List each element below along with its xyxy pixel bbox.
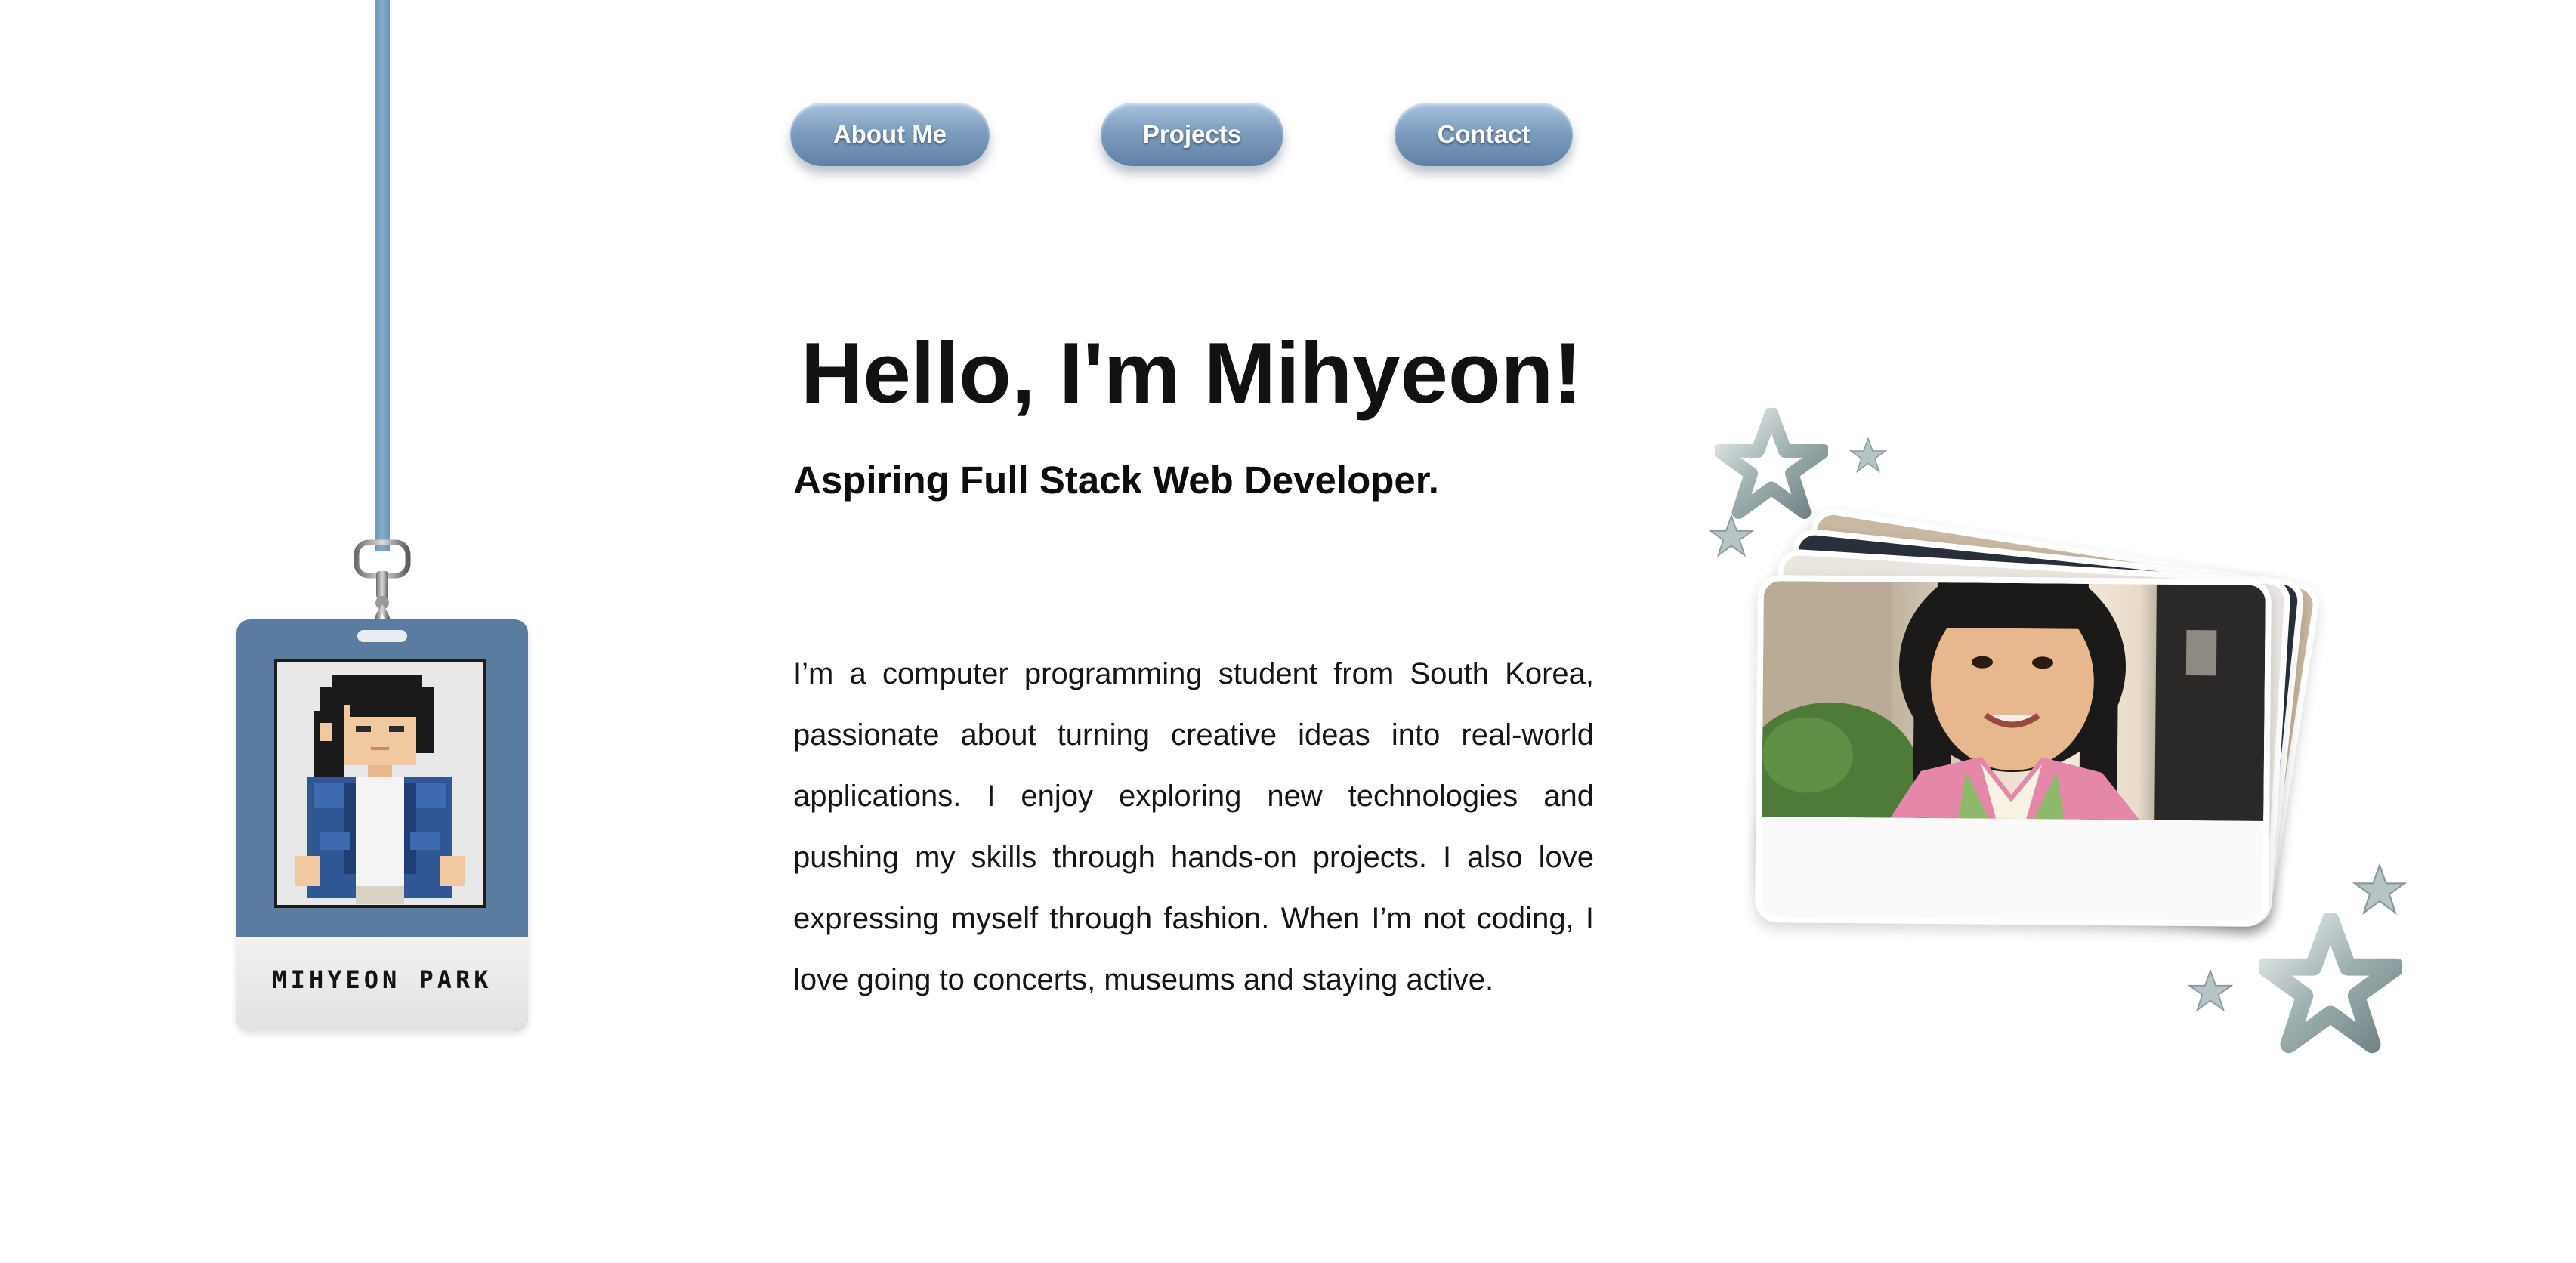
bio-paragraph: I’m a computer programming student from … [793, 657, 1594, 996]
photo-card-front[interactable] [1755, 575, 2272, 927]
badge-avatar [274, 659, 486, 908]
star-icon [1849, 437, 1887, 473]
badge-name-strip: MIHYEON PARK [236, 937, 528, 1031]
star-icon [2352, 863, 2407, 916]
about-me-button[interactable]: About Me [790, 103, 990, 166]
star-icon [1715, 408, 1828, 519]
childhood-photo-image [1762, 581, 2266, 821]
badge-slot [357, 630, 407, 642]
id-badge: MIHYEON PARK [236, 619, 528, 1031]
contact-button[interactable]: Contact [1395, 103, 1573, 166]
page-title: Hello, I'm Mihyeon! [801, 326, 1583, 422]
star-icon [1709, 514, 1754, 557]
portfolio-page: MIHYEON PARK About Me Projects Contact H… [0, 0, 2576, 1263]
star-icon [2188, 968, 2233, 1012]
childhood-photo [1762, 581, 2266, 821]
badge-name: MIHYEON PARK [272, 965, 493, 994]
lanyard-strap [375, 0, 390, 551]
pixel-avatar-icon [277, 662, 483, 904]
page-subtitle: Aspiring Full Stack Web Developer. [793, 459, 1439, 502]
projects-button[interactable]: Projects [1101, 103, 1283, 166]
star-icon [2259, 913, 2402, 1054]
